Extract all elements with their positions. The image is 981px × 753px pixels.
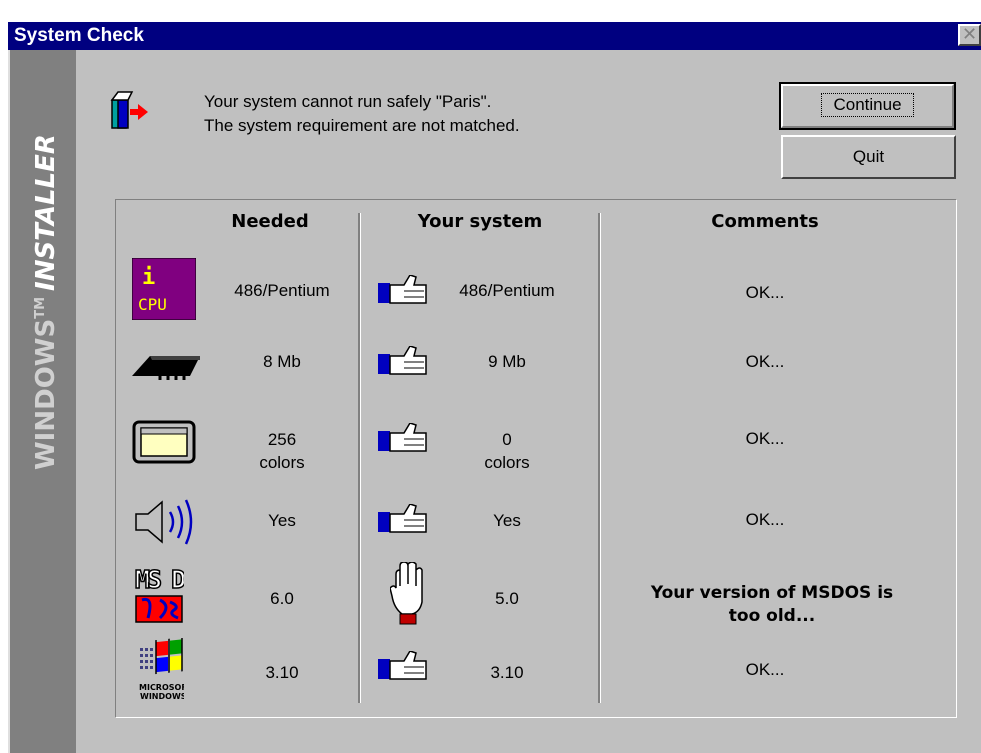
svg-text:i: i (142, 265, 155, 290)
continue-button[interactable]: Continue (779, 82, 956, 130)
comment-colors: OK... (745, 429, 785, 448)
installer-sidebar: WINDOWSTM INSTALLER (10, 50, 76, 753)
speaker-icon (135, 499, 193, 545)
sidebar-brand-installer: INSTALLER (31, 134, 61, 291)
sidebar-brand-tm: TM (33, 297, 48, 319)
your-sound: Yes (493, 511, 521, 530)
needed-colors: 256 colors (214, 428, 350, 474)
column-divider (598, 213, 601, 703)
comment-msdos: Your version of MSDOS is too old... (612, 582, 932, 628)
svg-text:MS DOS: MS DOS (135, 565, 184, 594)
thumbs-up-icon (378, 504, 427, 533)
needed-msdos: 6.0 (270, 589, 294, 608)
your-colors-value: 0 (502, 430, 512, 449)
thumbs-up-icon (378, 651, 427, 680)
needed-windows: 3.10 (265, 663, 299, 682)
your-cpu: 486/Pentium (459, 281, 555, 300)
quit-label: Quit (852, 147, 885, 166)
your-windows: 3.10 (490, 663, 524, 682)
svg-text:MICROSOFT: MICROSOFT (139, 683, 184, 692)
continue-label: Continue (821, 93, 914, 117)
windows-installer-logo: WINDOWSTM INSTALLER (31, 134, 61, 470)
message-line-2: The system requirement are not matched. (204, 116, 520, 135)
message-line-1: Your system cannot run safely "Paris". (204, 92, 492, 111)
thumbs-up-icon (378, 346, 427, 375)
needed-colors-value: 256 (267, 430, 297, 449)
warning-box-arrow-icon (110, 91, 148, 129)
needed-sound: Yes (268, 511, 296, 530)
svg-text:WINDOWS: WINDOWS (140, 692, 184, 701)
needed-memory: 8 Mb (263, 352, 301, 371)
column-divider (358, 213, 361, 703)
memory-chip-icon (132, 356, 200, 380)
cpu-icon: i CPU (132, 258, 196, 320)
stop-hand-icon (390, 562, 423, 625)
thumbs-up-icon (378, 275, 427, 304)
windows-logo-icon: MICROSOFT WINDOWS (139, 638, 184, 701)
your-colors-unit: colors (484, 453, 530, 472)
svg-text:CPU: CPU (138, 295, 167, 314)
comment-cpu: OK... (745, 283, 785, 302)
window-title: System Check (14, 25, 144, 46)
close-icon: ✕ (961, 24, 978, 44)
header-needed: Needed (231, 211, 309, 232)
sidebar-brand-windows: WINDOWS (31, 319, 61, 470)
thumbs-up-icon (378, 423, 427, 452)
close-button[interactable]: ✕ (958, 24, 981, 46)
header-comments: Comments (711, 211, 819, 232)
your-msdos: 5.0 (495, 589, 519, 608)
system-warning-message: Your system cannot run safely "Paris". T… (204, 90, 520, 138)
svg-text:WINDOWSTMINSTALLER: WINDOWSTM INSTALLER (31, 134, 61, 470)
needed-cpu: 486/Pentium (234, 281, 330, 300)
needed-colors-unit: colors (259, 453, 305, 472)
display-icon (132, 420, 196, 464)
comment-windows: OK... (745, 660, 785, 679)
title-bar[interactable]: System Check ✕ (8, 22, 981, 50)
msdos-logo-icon: MS DOS (134, 564, 184, 623)
quit-button[interactable]: Quit (781, 135, 956, 179)
comment-msdos-line-2: too old... (728, 606, 816, 626)
your-colors: 0 colors (432, 428, 582, 474)
header-your-system: Your system (417, 211, 543, 232)
comment-msdos-line-1: Your version of MSDOS is (650, 583, 894, 603)
comment-sound: OK... (745, 510, 785, 529)
comment-memory: OK... (745, 352, 785, 371)
your-memory: 9 Mb (488, 352, 526, 371)
